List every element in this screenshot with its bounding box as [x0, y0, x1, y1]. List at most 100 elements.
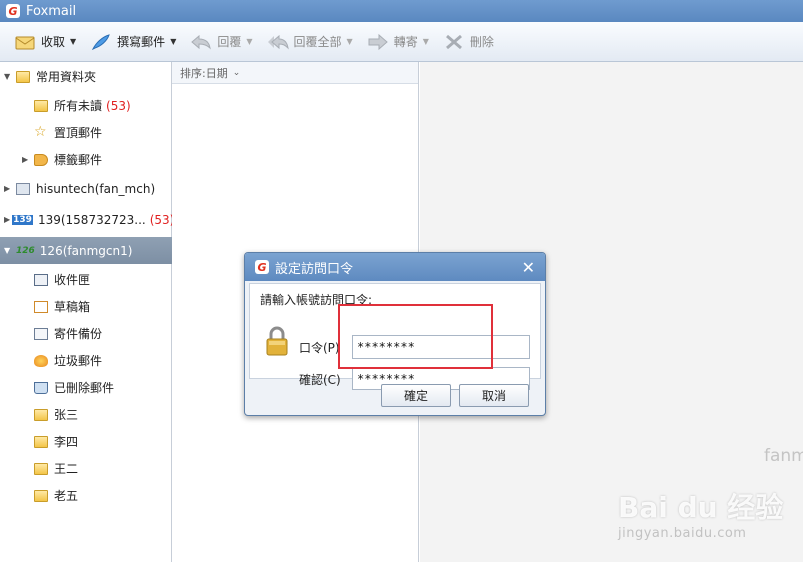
folder-icon [34, 489, 48, 502]
compose-label: 撰寫郵件 [117, 35, 166, 49]
account-label: 126(fanmgcn1) [39, 243, 133, 258]
foxmail-logo-icon: G [255, 260, 269, 274]
delete-icon [445, 34, 462, 49]
unread-count: (53) [106, 98, 131, 113]
folder-label: 老五 [54, 489, 79, 503]
sort-dropdown[interactable]: 排序:日期 ⌄ [172, 62, 418, 84]
sent-icon [34, 327, 48, 340]
folder-icon [34, 462, 48, 475]
folder-label: 常用資料夾 [36, 70, 97, 84]
folder-label: 李四 [54, 435, 79, 449]
folder-label: 寄件備份 [54, 327, 103, 341]
reading-pane-hint: fanm [764, 446, 803, 466]
folder-tags[interactable]: ▶ 標籤郵件 [0, 146, 172, 173]
password-label: 口令(P) [299, 341, 340, 355]
folder-starred[interactable]: ☆ 置頂郵件 [0, 119, 172, 146]
app-title: Foxmail [26, 3, 77, 19]
expand-triangle-icon[interactable]: ▶ [4, 215, 10, 224]
folder-label: 垃圾郵件 [54, 354, 103, 368]
reply-all-button[interactable]: 回覆全部 ▼ [267, 33, 353, 51]
folder-label: 草稿箱 [54, 300, 91, 314]
cancel-button[interactable]: 取消 [459, 384, 529, 407]
highlight-annotation [338, 304, 493, 369]
lock-icon [266, 326, 288, 356]
delete-button[interactable]: 刪除 [443, 33, 494, 51]
folder-icon [34, 435, 48, 448]
star-icon: ☆ [34, 123, 47, 140]
chevron-down-icon[interactable]: ▼ [246, 37, 252, 46]
folder-sidebar: ▼ 常用資料夾 所有未讀 (53) ☆ 置頂郵件 ▶ 標籤郵件 ▶ hisunt… [0, 62, 175, 562]
folder-label: 张三 [54, 408, 79, 422]
dialog-titlebar: G 設定訪問口令 [245, 253, 545, 281]
folder-icon [34, 408, 48, 421]
expand-triangle-icon[interactable]: ▶ [22, 155, 32, 164]
feather-pen-icon [92, 33, 110, 50]
folder-custom[interactable]: 张三 [0, 401, 172, 428]
unread-count: (53) [149, 212, 175, 227]
folder-trash[interactable]: 已刪除郵件 [0, 374, 172, 401]
reply-all-icon [267, 34, 289, 49]
foxmail-logo-icon: G [6, 4, 20, 18]
account-hisuntech[interactable]: ▶ hisuntech(fan_mch) [0, 175, 172, 202]
trash-icon [34, 381, 48, 394]
chevron-down-icon[interactable]: ▼ [347, 37, 353, 46]
tag-icon [34, 153, 48, 166]
folder-label: 王二 [54, 462, 79, 476]
account-139[interactable]: ▶ 139 139(158732723... (53) [0, 206, 175, 233]
delete-label: 刪除 [469, 35, 494, 49]
receive-label: 收取 [41, 35, 66, 49]
folder-icon [16, 70, 30, 83]
chevron-down-icon: ⌄ [232, 67, 241, 78]
chevron-down-icon[interactable]: ▼ [70, 37, 76, 46]
expand-triangle-icon[interactable]: ▼ [4, 246, 14, 255]
reply-icon [191, 34, 212, 49]
forward-label: 轉寄 [393, 35, 418, 49]
ok-button[interactable]: 確定 [381, 384, 451, 407]
folder-sent[interactable]: 寄件備份 [0, 320, 172, 347]
sort-label: 排序:日期 [180, 66, 228, 80]
confirm-label: 確認(C) [299, 373, 341, 387]
inbox-icon [34, 273, 48, 286]
folder-custom[interactable]: 李四 [0, 428, 172, 455]
folder-icon [34, 99, 48, 112]
folder-label: 已刪除郵件 [54, 381, 115, 395]
folder-common[interactable]: ▼ 常用資料夾 [0, 63, 172, 90]
compose-button[interactable]: 撰寫郵件 ▼ [90, 33, 176, 51]
folder-drafts[interactable]: 草稿箱 [0, 293, 172, 320]
dialog-title: 設定訪問口令 [275, 261, 354, 277]
reply-all-label: 回覆全部 [293, 35, 342, 49]
forward-arrow-icon [368, 33, 388, 50]
drafts-icon [34, 300, 48, 313]
folder-inbox[interactable]: 收件匣 [0, 266, 172, 293]
folder-label: 標籤郵件 [54, 153, 103, 167]
watermark-url: jingyan.baidu.com [618, 526, 747, 541]
folder-custom[interactable]: 王二 [0, 455, 172, 482]
account-label: hisuntech(fan_mch) [36, 181, 156, 196]
reply-label: 回覆 [217, 35, 242, 49]
account-label: 139(158732723... [37, 212, 146, 227]
expand-triangle-icon[interactable]: ▶ [4, 184, 14, 193]
expand-triangle-icon[interactable]: ▼ [4, 72, 14, 81]
folder-label: 置頂郵件 [54, 126, 103, 140]
139-badge-icon: 139 [12, 214, 33, 225]
receive-button[interactable]: 收取 ▼ [14, 33, 76, 51]
close-icon[interactable]: ✕ [522, 258, 535, 277]
folder-junk[interactable]: 垃圾郵件 [0, 347, 172, 374]
baidu-watermark: Bai du 经验 jingyan.baidu.com [618, 486, 798, 546]
folder-label: 收件匣 [54, 273, 91, 287]
forward-button[interactable]: 轉寄 ▼ [367, 33, 429, 51]
reply-button[interactable]: 回覆 ▼ [190, 33, 253, 51]
account-icon [16, 182, 30, 195]
app-titlebar: G Foxmail [0, 0, 803, 22]
watermark-logo: Bai du 经验 [618, 491, 784, 524]
folder-custom[interactable]: 老五 [0, 482, 172, 509]
flame-icon [34, 354, 48, 367]
chevron-down-icon[interactable]: ▼ [423, 37, 429, 46]
folder-all-unread[interactable]: 所有未讀 (53) [0, 92, 172, 119]
envelope-icon [15, 36, 35, 49]
account-126[interactable]: ▼ 126 126(fanmgcn1) [0, 237, 172, 264]
126-badge-icon: 126 [16, 245, 35, 256]
folder-label: 所有未讀 [54, 99, 103, 113]
chevron-down-icon[interactable]: ▼ [170, 37, 176, 46]
main-toolbar: 收取 ▼ 撰寫郵件 ▼ 回覆 ▼ 回覆全部 ▼ 轉寄 ▼ 刪除 [0, 22, 803, 62]
